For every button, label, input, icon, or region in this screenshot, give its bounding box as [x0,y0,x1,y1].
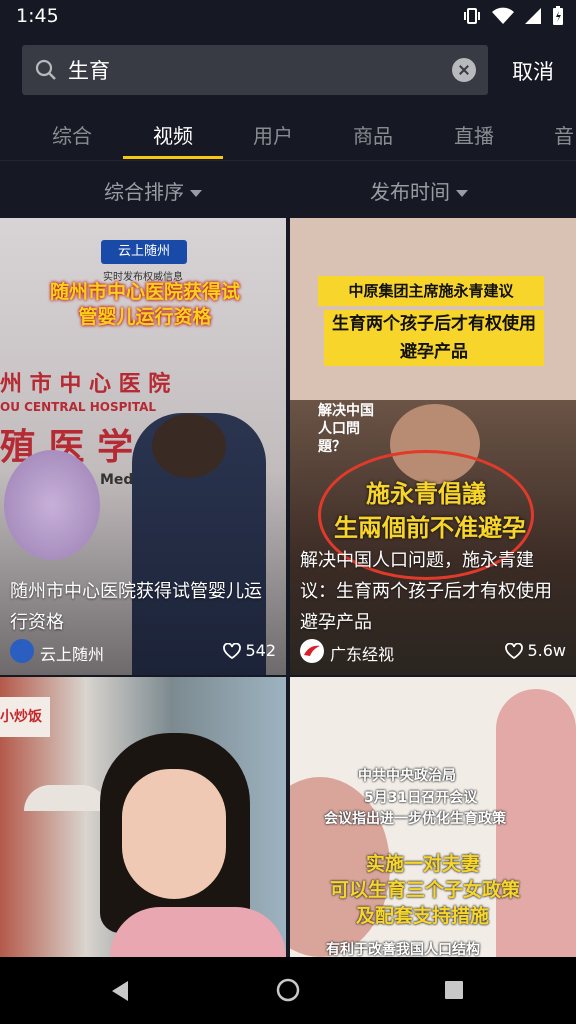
tab-live[interactable]: 直播 [454,120,494,149]
tab-music[interactable]: 音 [554,120,574,149]
signal-icon [525,8,541,24]
video-card[interactable]: 中共中央政治局 5月31日召开会议 会议指出进一步优化生育政策 实施一对夫妻 可… [290,677,576,957]
chevron-down-icon [456,190,468,197]
video-thumbnail: 中共中央政治局 5月31日召开会议 会议指出进一步优化生育政策 实施一对夫妻 可… [290,677,576,957]
wifi-icon [492,7,514,24]
like-count: 5.6w [505,641,566,660]
cartoon-mother-right [496,689,576,957]
video-meta: 广东经视 5.6w [300,639,566,665]
search-bar-row: 生育 取消 [0,34,576,106]
search-query: 生育 [68,59,110,83]
status-bar: 1:45 [0,0,576,34]
thumb-top-bg [290,218,576,400]
time-label: 发布时间 [370,180,450,204]
flower-vase [4,450,100,560]
announcement-line-4: 实施一对夫妻 [366,853,481,875]
video-meta: 云上随州 542 [10,639,276,665]
battery-icon [553,6,563,25]
tab-video[interactable]: 视频 [153,120,193,149]
filter-bar: 综合排序 发布时间 [0,160,576,218]
announcement-line-2: 5月31日召开会议 [364,790,478,806]
video-title: 解决中国人口问题，施永青建议：生育两个孩子后才有权使用避孕产品 [300,550,552,633]
girl-shirt [110,907,286,957]
author-name[interactable]: 广东经视 [330,641,394,665]
video-card[interactable]: 中原集团主席施永青建议 生育两个孩子后才有权使用避孕产品 解决中国人口問題？ 施… [290,218,576,675]
avatar [300,639,324,663]
broadcaster-logo-icon [304,645,320,656]
back-icon[interactable] [108,979,132,1003]
author-name[interactable]: 云上随州 [40,641,104,665]
cancel-button[interactable]: 取消 [512,56,554,86]
avatar [10,639,34,663]
vibrate-icon [464,8,480,24]
clear-icon[interactable] [452,58,476,82]
top-banner: 中原集团主席施永青建议 [318,276,544,306]
video-thumbnail: 小炒饭 [0,677,286,957]
heart-icon [505,642,524,659]
announcement-line-3: 会议指出进一步优化生育政策 [324,811,506,827]
like-count: 542 [223,641,276,660]
tab-overall[interactable]: 综合 [52,120,92,149]
shop-sign: 小炒饭 [0,697,50,737]
heart-icon [223,642,242,659]
result-tabs: 综合 视频 用户 商品 直播 音 [0,106,576,161]
girl-face [122,769,226,899]
active-tab-indicator [123,156,223,159]
trad-text-2: 生兩個前不准避孕 [334,514,526,542]
video-card[interactable]: 云上随州 实时发布权威信息 随州市中心医院获得试管婴儿运行资格 州 市 中 心 … [0,218,286,675]
chevron-down-icon [190,190,202,197]
sort-label: 综合排序 [104,180,184,204]
search-input[interactable]: 生育 [22,45,488,95]
trad-text-1: 施永青倡議 [366,480,486,508]
search-icon [35,59,56,80]
announcement-line-6: 及配套支持措施 [356,905,490,927]
announcement-line-1: 中共中央政治局 [358,768,456,784]
thumbnail-headline: 随州市中心医院获得试管婴儿运行资格 [50,281,241,328]
recents-icon[interactable] [444,980,464,1000]
video-title: 随州市中心医院获得试管婴儿运行资格 [10,581,262,633]
woman-head [152,414,226,478]
like-count-value: 542 [245,641,276,660]
question-text: 解决中国人口問題？ [318,403,374,455]
tab-users[interactable]: 用户 [253,120,293,149]
source-badge: 云上随州 [101,240,187,264]
video-card[interactable]: 小炒饭 [0,677,286,957]
home-icon[interactable] [275,977,301,1003]
hospital-sign-zh: 州 市 中 心 医 院 [0,372,171,397]
status-icons [462,6,564,26]
status-time: 1:45 [16,5,59,27]
hospital-sign-en: OU CENTRAL HOSPITAL [0,400,157,414]
umbrella [24,785,108,811]
tab-products[interactable]: 商品 [353,120,393,149]
system-nav-bar [0,957,576,1024]
announcement-line-5: 可以生育三个子女政策 [330,879,521,901]
sort-dropdown[interactable]: 综合排序 [104,176,202,205]
time-dropdown[interactable]: 发布时间 [370,176,468,205]
main-banner: 生育两个孩子后才有权使用避孕产品 [324,310,544,366]
like-count-value: 5.6w [527,641,566,660]
announcement-line-7: 有利于改善我国人口结构 [326,942,480,957]
